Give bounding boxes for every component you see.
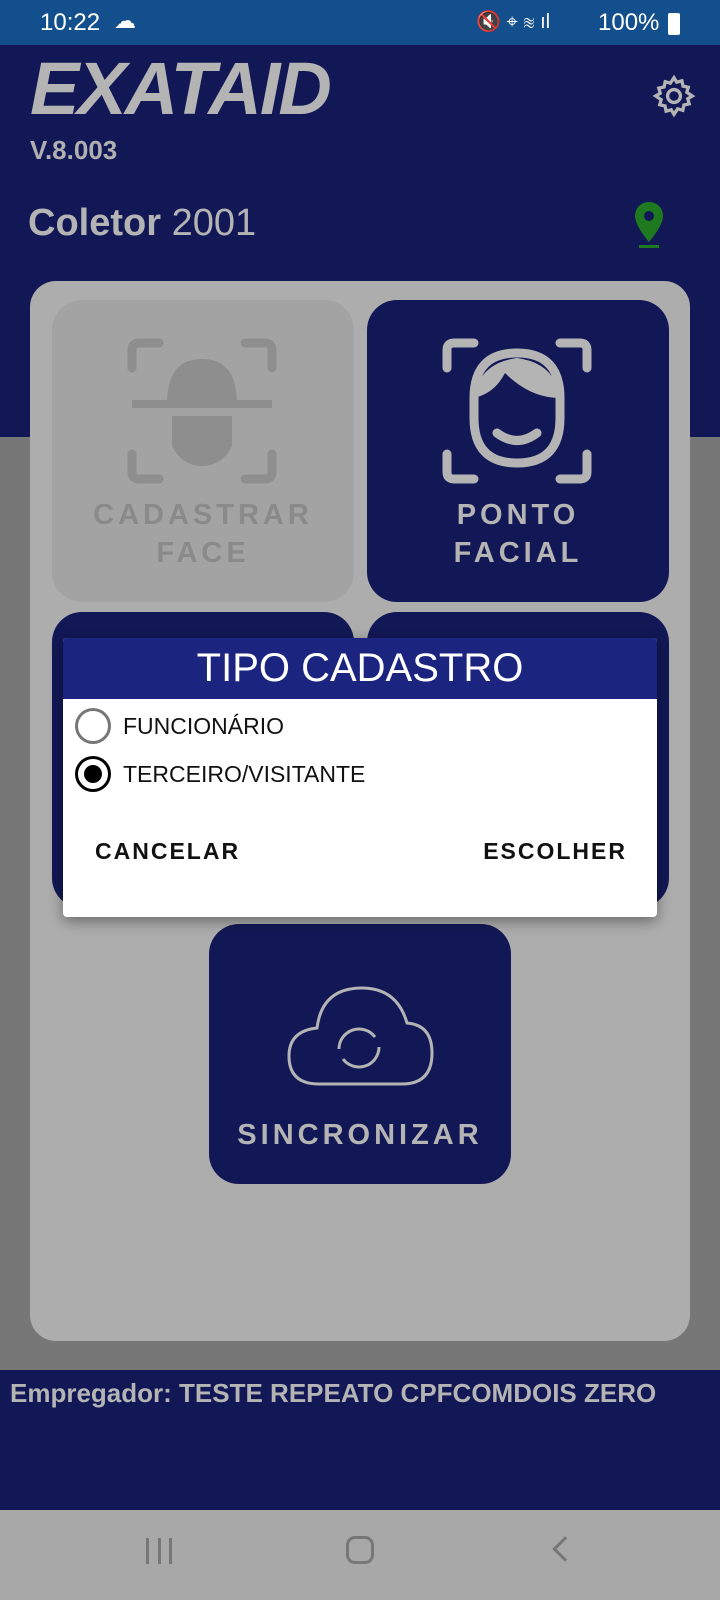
option-funcionario[interactable]: FUNCIONÁRIO — [75, 708, 284, 744]
dialog-title: TIPO CADASTRO — [63, 638, 657, 699]
status-bar: 10:22 ☁ 🔇 ⌖ ≋ ıl 100% — [0, 0, 720, 45]
navigation-bar — [0, 1510, 720, 1600]
option-label: TERCEIRO/VISITANTE — [123, 760, 366, 787]
sync-label: SINCRONIZAR — [237, 1119, 483, 1151]
collector-label: Coletor — [28, 202, 161, 244]
home-icon[interactable] — [346, 1536, 374, 1564]
facial-punch-button[interactable]: PONTO FACIAL — [367, 300, 669, 602]
choose-button[interactable]: ESCOLHER — [483, 838, 627, 865]
cancel-button[interactable]: CANCELAR — [95, 838, 240, 865]
option-terceiro-visitante[interactable]: TERCEIRO/VISITANTE — [75, 756, 365, 792]
register-face-label-2: FACE — [156, 537, 250, 569]
app-logo: EXATAID — [30, 47, 332, 130]
location-icon[interactable] — [632, 200, 666, 255]
facial-punch-label-2: FACIAL — [453, 537, 583, 569]
version: V.8.003 — [30, 135, 118, 165]
facial-punch-label-1: PONTO — [456, 499, 580, 531]
status-time: 10:22 — [40, 9, 101, 36]
register-face-button[interactable]: CADASTRAR FACE — [52, 300, 354, 602]
back-icon[interactable] — [552, 1536, 578, 1562]
register-face-label-1: CADASTRAR — [93, 499, 313, 531]
recent-apps-icon[interactable] — [146, 1538, 172, 1564]
type-dialog: TIPO CADASTRO FUNCIONÁRIO TERCEIRO/VISIT… — [63, 638, 657, 917]
sync-button[interactable]: SINCRONIZAR — [209, 924, 511, 1184]
battery-text: 100% — [598, 9, 660, 36]
gear-icon[interactable] — [652, 74, 696, 118]
option-label: FUNCIONÁRIO — [123, 712, 284, 739]
signal-icons: 🔇 ⌖ ≋ ıl — [476, 11, 551, 33]
radio-checked-icon[interactable] — [75, 756, 111, 792]
employer-text: Empregador: TESTE REPEATO CPFCOMDOIS ZER… — [10, 1378, 657, 1408]
battery-icon — [668, 13, 680, 35]
collector-info: Coletor 2001 — [28, 202, 256, 245]
cloud-icon: ☁ — [114, 8, 136, 33]
collector-value: 2001 — [171, 202, 257, 244]
radio-unchecked-icon[interactable] — [75, 708, 111, 744]
